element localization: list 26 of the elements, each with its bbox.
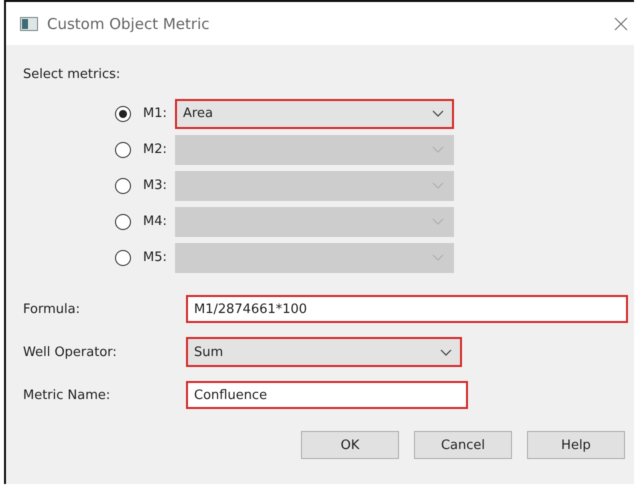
metric-dropdown[interactable]: Area <box>175 98 454 128</box>
input-field[interactable]: Confluence <box>186 381 468 409</box>
formula-field[interactable]: M1/2874661*100 <box>186 295 628 323</box>
field-label: Well Operator: <box>23 344 118 360</box>
window-title: Custom Object Metric <box>47 14 210 32</box>
chevron-icon <box>432 218 444 225</box>
chevron-icon <box>432 110 444 117</box>
dialog-button[interactable]: OK <box>301 431 399 459</box>
dialog-button[interactable]: Cancel <box>414 431 512 459</box>
section-label: Select metrics: <box>23 67 122 82</box>
metric-label: M5: <box>143 250 168 265</box>
radio-button[interactable] <box>115 106 131 122</box>
operator-dropdown[interactable]: Sum <box>186 337 462 367</box>
chevron-icon <box>432 254 444 261</box>
metric-label: M1: <box>143 106 168 121</box>
metric-label: M3: <box>143 178 168 193</box>
chevron-icon <box>432 182 444 189</box>
chevron-icon <box>432 146 444 153</box>
metric-label: M2: <box>143 142 168 157</box>
dialog-button[interactable]: Help <box>527 431 625 459</box>
chevron-icon <box>440 348 452 356</box>
field-label: Metric Name: <box>23 388 112 402</box>
close-icon[interactable] <box>614 16 628 30</box>
metric-label: M4: <box>143 214 168 229</box>
field-label: Formula: <box>23 302 81 316</box>
window-icon <box>20 16 38 30</box>
